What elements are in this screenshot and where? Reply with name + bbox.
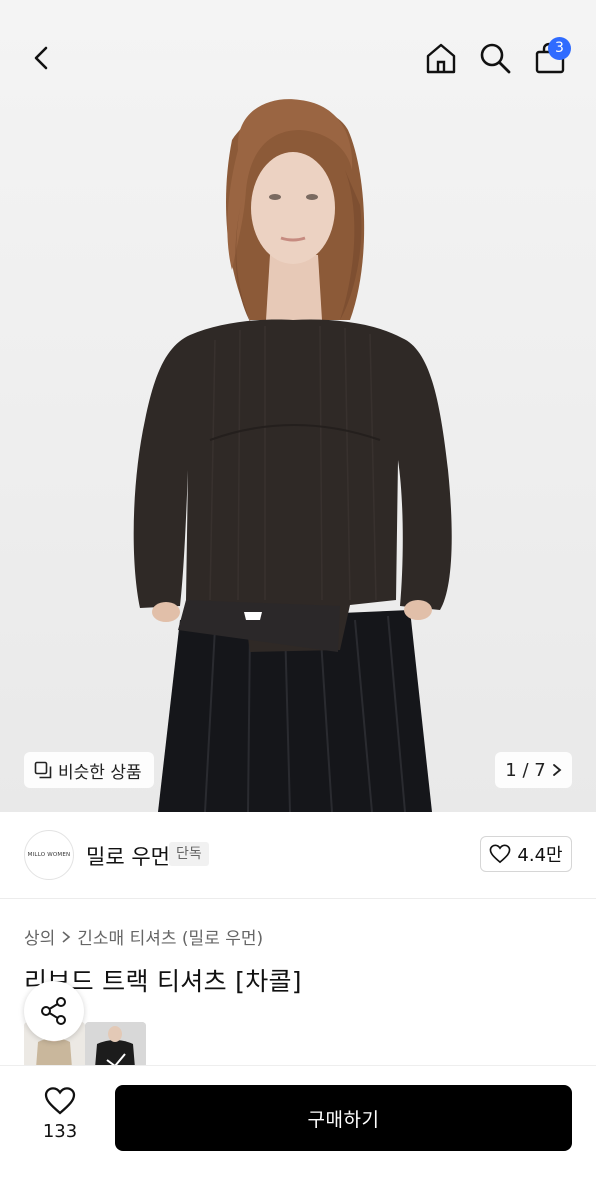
brand-like-count: 4.4만 xyxy=(517,845,563,866)
exclusive-badge: 단독 xyxy=(169,842,209,866)
product-image-gallery[interactable]: 3 비슷한 상품 1 / 7 xyxy=(0,0,596,812)
home-button[interactable] xyxy=(421,38,461,78)
back-button[interactable] xyxy=(22,38,62,78)
search-button[interactable] xyxy=(475,38,515,78)
image-pager-text: 1 / 7 xyxy=(505,759,546,781)
similar-products-label: 비슷한 상품 xyxy=(58,762,142,783)
heart-icon xyxy=(490,844,511,864)
brand-row: MILLO WOMEN 밀로 우먼 단독 4.4만 xyxy=(0,812,596,899)
home-icon xyxy=(426,43,456,74)
chevron-left-icon xyxy=(34,46,48,70)
buy-button[interactable]: 구매하기 xyxy=(115,1085,572,1151)
brand-name[interactable]: 밀로 우먼 xyxy=(86,841,170,871)
chevron-right-icon xyxy=(552,764,562,776)
brand-like-button[interactable]: 4.4만 xyxy=(480,836,572,872)
thumbnail-image xyxy=(85,1022,146,1068)
product-photo xyxy=(133,99,452,812)
chevron-right-icon xyxy=(62,930,71,943)
wishlist-button[interactable]: 133 xyxy=(30,1086,90,1146)
breadcrumb: 상의 긴소매 티셔츠 (밀로 우먼) xyxy=(24,924,263,949)
color-option-thumbnail[interactable] xyxy=(85,1022,146,1068)
wishlist-count: 133 xyxy=(42,1121,78,1142)
share-button[interactable] xyxy=(24,981,84,1041)
bottom-action-bar: 133 구매하기 xyxy=(0,1065,596,1201)
heart-icon xyxy=(44,1087,76,1115)
brand-logo[interactable]: MILLO WOMEN xyxy=(24,830,74,880)
cart-count-badge: 3 xyxy=(548,37,571,60)
breadcrumb-subcategory[interactable]: 긴소매 티셔츠 (밀로 우먼) xyxy=(77,924,263,949)
search-icon xyxy=(480,43,511,74)
brand-logo-text: MILLO WOMEN xyxy=(27,852,71,858)
top-navigation-bar: 3 xyxy=(0,0,596,110)
breadcrumb-category[interactable]: 상의 xyxy=(24,924,55,949)
share-icon xyxy=(41,997,66,1025)
similar-products-button[interactable]: 비슷한 상품 xyxy=(24,752,154,788)
copy-icon xyxy=(34,761,52,779)
image-pager[interactable]: 1 / 7 xyxy=(495,752,572,788)
